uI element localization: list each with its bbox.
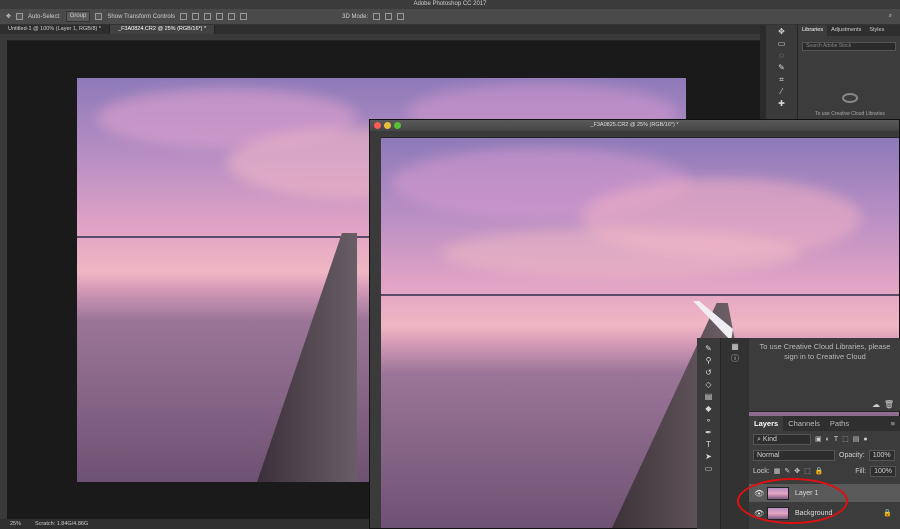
3d-pan-icon[interactable] [385, 13, 393, 20]
libraries-panel: Libraries Adjustments Styles Search Adob… [798, 25, 900, 125]
lock-position-icon[interactable]: ✥ [794, 467, 800, 475]
align-top-icon[interactable] [180, 13, 188, 20]
vertical-ruler [370, 131, 381, 528]
pen-tool-icon[interactable]: ✒ [704, 428, 714, 438]
libraries-tabs: Libraries Adjustments Styles [798, 25, 900, 36]
minimize-icon[interactable] [384, 122, 391, 129]
eyedropper-icon[interactable]: ⁄ [777, 87, 787, 97]
horizontal-ruler [7, 34, 760, 41]
libraries-footer: ☁ 🗑 [749, 398, 900, 412]
properties-icon[interactable]: ▦ [730, 342, 740, 352]
library-message: To use Creative Cloud Libraries, please … [759, 342, 891, 361]
crop-tool-icon[interactable]: ⌗ [777, 75, 787, 85]
filter-shape-icon[interactable]: ⬚ [842, 435, 849, 443]
blur-tool-icon[interactable]: ◆ [704, 404, 714, 414]
tools-panel-lower: ✎ ⚲ ↺ ◇ ▤ ◆ ⚬ ✒ T ➤ ▭ [697, 338, 721, 529]
path-select-icon[interactable]: ➤ [704, 452, 714, 462]
vertical-ruler [0, 34, 7, 519]
tab-styles[interactable]: Styles [865, 25, 888, 36]
trash-icon[interactable]: 🗑 [884, 400, 894, 409]
3d-rotate-icon[interactable] [373, 13, 381, 20]
show-transform-checkbox[interactable] [95, 13, 103, 20]
move-tool-icon[interactable]: ✥ [6, 13, 11, 20]
group-select[interactable]: Group [65, 11, 91, 22]
blend-row: Normal Opacity: 100% [749, 447, 900, 463]
tab-layers[interactable]: Layers [749, 416, 784, 431]
zoom-level[interactable]: 25% [10, 519, 21, 529]
options-bar: ✥ Auto-Select: Group Show Transform Cont… [0, 9, 900, 25]
clone-stamp-icon[interactable]: ⚲ [704, 356, 714, 366]
tab-paths[interactable]: Paths [825, 416, 854, 431]
title-bar: Adobe Photoshop CC 2017 [0, 0, 900, 9]
quick-select-icon[interactable]: ✎ [777, 63, 787, 73]
gradient-tool-icon[interactable]: ▤ [704, 392, 714, 402]
cloud [441, 228, 801, 278]
tab-adjustments[interactable]: Adjustments [827, 25, 865, 36]
dodge-tool-icon[interactable]: ⚬ [704, 416, 714, 426]
blend-mode-select[interactable]: Normal [753, 449, 835, 461]
lock-all-icon[interactable]: 🔒 [815, 467, 824, 475]
lock-transparent-icon[interactable]: ▦ [774, 467, 781, 475]
align-bottom-icon[interactable] [204, 13, 212, 20]
align-center-icon[interactable] [228, 13, 236, 20]
lock-image-icon[interactable]: ✎ [784, 467, 790, 475]
app-title: Adobe Photoshop CC 2017 [413, 1, 487, 7]
search-icon[interactable]: ⌕ [889, 13, 892, 20]
show-transform-label: Show Transform Controls [107, 13, 176, 20]
filter-toggle-icon[interactable]: ● [863, 436, 867, 443]
align-left-icon[interactable] [216, 13, 224, 20]
healing-brush-icon[interactable]: ✚ [777, 99, 787, 109]
highlight-circle [737, 478, 848, 524]
tools-panel-upper: ✥ ▭ ◌ ✎ ⌗ ⁄ ✚ [766, 25, 798, 125]
tab-channels[interactable]: Channels [783, 416, 825, 431]
filter-smart-icon[interactable]: ▤ [853, 435, 860, 443]
move-tool-icon[interactable]: ✥ [777, 27, 787, 37]
lock-artboard-icon[interactable]: ⬚ [804, 467, 811, 475]
opacity-label: Opacity: [839, 451, 865, 459]
align-right-icon[interactable] [240, 13, 248, 20]
horizontal-ruler [381, 131, 899, 138]
cloud-sync-icon[interactable]: ☁ [872, 400, 880, 409]
library-search-input[interactable]: Search Adobe Stock [802, 42, 896, 51]
filter-type-icon[interactable]: T [834, 436, 838, 443]
opacity-input[interactable]: 100% [868, 449, 895, 461]
lock-label: Lock: [753, 467, 770, 475]
library-message-small: To use Creative Cloud Libraries [815, 111, 885, 117]
window-title-bar[interactable]: _F3A0825.CR2 @ 25% (RGB/16*) * [370, 120, 899, 131]
3d-mode-label: 3D Mode: [342, 13, 369, 20]
tab-untitled[interactable]: Untitled-1 @ 100% (Layer 1, RGB/8) * [0, 25, 111, 34]
3d-slide-icon[interactable] [397, 13, 405, 20]
lasso-tool-icon[interactable]: ◌ [777, 51, 787, 61]
lock-row: Lock: ▦ ✎ ✥ ⬚ 🔒 Fill: 100% [749, 463, 900, 479]
window-title: _F3A0825.CR2 @ 25% (RGB/16*) * [590, 122, 679, 128]
panel-menu-icon[interactable]: ≡ [886, 416, 900, 431]
document-tabs: Untitled-1 @ 100% (Layer 1, RGB/8) * _F3… [0, 25, 760, 34]
brush-tool-icon[interactable]: ✎ [704, 344, 714, 354]
filter-adjustment-icon[interactable]: ◐ [826, 436, 830, 443]
creative-cloud-icon [842, 93, 858, 103]
filter-row: ⌕ Kind ▣ ◐ T ⬚ ▤ ● [749, 431, 900, 447]
align-middle-icon[interactable] [192, 13, 200, 20]
eraser-icon[interactable]: ◇ [704, 380, 714, 390]
history-brush-icon[interactable]: ↺ [704, 368, 714, 378]
rectangle-tool-icon[interactable]: ▭ [704, 464, 714, 474]
fill-label: Fill: [855, 467, 867, 475]
lock-icon: 🔒 [883, 510, 892, 517]
close-icon[interactable] [374, 122, 381, 129]
layers-tabs: Layers Channels Paths ≡ [749, 416, 900, 431]
scratch-size: Scratch: 1.84G/4.86G [35, 521, 89, 527]
type-tool-icon[interactable]: T [704, 440, 714, 450]
tab-f3a0824[interactable]: _F3A0824.CR2 @ 25% (RGB/16*) * [110, 25, 216, 34]
tab-libraries[interactable]: Libraries [798, 25, 828, 36]
marquee-tool-icon[interactable]: ▭ [777, 39, 787, 49]
auto-select-checkbox[interactable] [16, 13, 24, 20]
filter-pixel-icon[interactable]: ▣ [815, 435, 822, 443]
info-icon[interactable]: ⓘ [730, 354, 740, 364]
auto-select-label: Auto-Select: [28, 13, 61, 20]
maximize-icon[interactable] [394, 122, 401, 129]
horizon-line [381, 294, 899, 296]
kind-label: Kind [762, 435, 777, 443]
fill-input[interactable]: 100% [870, 465, 896, 477]
kind-filter-select[interactable]: ⌕ Kind [753, 433, 811, 445]
